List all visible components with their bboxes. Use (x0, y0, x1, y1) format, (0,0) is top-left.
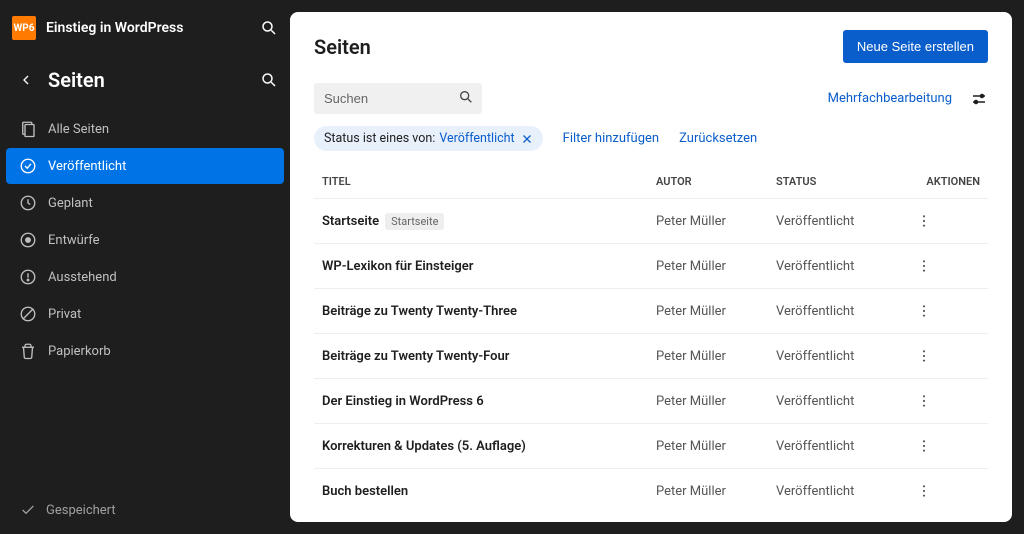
cell-title: Korrekturen & Updates (5. Auflage) (314, 424, 648, 469)
table-row[interactable]: WP-Lexikon für EinsteigerPeter MüllerVer… (314, 244, 988, 289)
sidebar-nav: Alle Seiten Veröffentlicht Geplant Entwürfe… (0, 110, 290, 370)
cell-author: Peter Müller (648, 334, 768, 379)
cell-status: Veröffentlicht (768, 289, 908, 334)
table-row[interactable]: Der Einstieg in WordPress 6Peter MüllerV… (314, 379, 988, 424)
section-search-button[interactable] (260, 71, 278, 89)
more-vertical-icon (916, 483, 932, 499)
chevron-left-icon (18, 72, 34, 88)
row-actions-button[interactable] (908, 199, 988, 244)
sidebar-item-drafts[interactable]: Entwürfe (6, 222, 284, 258)
sidebar-item-label: Privat (48, 307, 81, 322)
cell-author: Peter Müller (648, 289, 768, 334)
cell-author: Peter Müller (648, 244, 768, 289)
sidebar-item-label: Papierkorb (48, 344, 111, 359)
cell-title: Buch bestellen (314, 469, 648, 514)
sidebar-item-scheduled[interactable]: Geplant (6, 185, 284, 221)
search-icon (260, 19, 278, 37)
pending-icon (18, 268, 38, 286)
filter-chip-remove[interactable] (521, 133, 533, 145)
row-actions-button[interactable] (908, 244, 988, 289)
pages-icon (18, 120, 38, 138)
row-actions-button[interactable] (908, 289, 988, 334)
table-row[interactable]: Korrekturen & Updates (5. Auflage)Peter … (314, 424, 988, 469)
cell-status: Veröffentlicht (768, 379, 908, 424)
cell-title: WP-Lexikon für Einsteiger (314, 244, 648, 289)
private-icon (18, 305, 38, 323)
cell-author: Peter Müller (648, 424, 768, 469)
cell-author: Peter Müller (648, 379, 768, 424)
table-row[interactable]: StartseiteStartseitePeter MüllerVeröffen… (314, 199, 988, 244)
filter-chip-value: Veröffentlicht (439, 131, 514, 146)
sidebar-item-label: Geplant (48, 196, 93, 211)
filter-chip-status[interactable]: Status ist eines von: Veröffentlicht (314, 126, 543, 151)
page-title: Seiten (314, 35, 843, 59)
sidebar-item-pending[interactable]: Ausstehend (6, 259, 284, 295)
sidebar-item-label: Entwürfe (48, 233, 100, 248)
saved-label: Gespeichert (46, 503, 116, 518)
cell-author: Peter Müller (648, 469, 768, 514)
view-options-button[interactable] (970, 90, 988, 108)
sidebar-item-label: Veröffentlicht (48, 159, 126, 174)
bulk-edit-link[interactable]: Mehrfachbearbeitung (828, 91, 952, 106)
sidebar-item-label: Ausstehend (48, 270, 117, 285)
more-vertical-icon (916, 303, 932, 319)
table-row[interactable]: Beiträge zu Twenty Twenty-FourPeter Müll… (314, 334, 988, 379)
table-row[interactable]: Beiträge zu Twenty Twenty-ThreePeter Mül… (314, 289, 988, 334)
col-status[interactable]: STATUS (768, 165, 908, 199)
sidebar-item-trash[interactable]: Papierkorb (6, 333, 284, 369)
cell-title: Der Einstieg in WordPress 6 (314, 379, 648, 424)
filter-chip-label: Status ist eines von: (324, 131, 435, 146)
section-title: Seiten (48, 68, 260, 92)
main-panel: Seiten Neue Seite erstellen Mehrfachbear… (290, 12, 1012, 522)
sidebar: WP6 Einstieg in WordPress Seiten Alle Se… (0, 0, 290, 534)
sliders-icon (970, 90, 988, 108)
cell-status: Veröffentlicht (768, 469, 908, 514)
row-actions-button[interactable] (908, 469, 988, 514)
more-vertical-icon (916, 258, 932, 274)
trash-icon (18, 342, 38, 360)
sidebar-item-pages[interactable]: Alle Seiten (6, 111, 284, 147)
reset-filters-link[interactable]: Zurücksetzen (679, 131, 757, 146)
site-logo[interactable]: WP6 (12, 16, 36, 40)
front-page-badge: Startseite (385, 213, 444, 230)
global-search-button[interactable] (260, 19, 278, 37)
drafts-icon (18, 231, 38, 249)
more-vertical-icon (916, 393, 932, 409)
back-button[interactable] (18, 72, 34, 88)
cell-status: Veröffentlicht (768, 424, 908, 469)
row-actions-button[interactable] (908, 334, 988, 379)
site-title: Einstieg in WordPress (46, 20, 260, 36)
sidebar-item-private[interactable]: Privat (6, 296, 284, 332)
check-icon (20, 502, 36, 518)
sidebar-item-label: Alle Seiten (48, 122, 109, 137)
published-icon (18, 157, 38, 175)
scheduled-icon (18, 194, 38, 212)
add-filter-link[interactable]: Filter hinzufügen (563, 131, 659, 146)
search-input[interactable] (314, 83, 482, 114)
col-actions: AKTIONEN (908, 165, 988, 199)
search-icon (260, 71, 278, 89)
more-vertical-icon (916, 213, 932, 229)
more-vertical-icon (916, 438, 932, 454)
more-vertical-icon (916, 348, 932, 364)
cell-title: Beiträge zu Twenty Twenty-Four (314, 334, 648, 379)
cell-author: Peter Müller (648, 199, 768, 244)
close-icon (521, 133, 533, 145)
search-icon (458, 89, 474, 105)
table-row[interactable]: Buch bestellenPeter MüllerVeröffentlicht (314, 469, 988, 514)
col-title[interactable]: TITEL (314, 165, 648, 199)
row-actions-button[interactable] (908, 379, 988, 424)
saved-status: Gespeichert (0, 486, 290, 534)
cell-title: StartseiteStartseite (314, 199, 648, 244)
pages-table: TITEL AUTOR STATUS AKTIONEN StartseiteSt… (314, 165, 988, 513)
pages-table-body: StartseiteStartseitePeter MüllerVeröffen… (314, 199, 988, 514)
cell-status: Veröffentlicht (768, 334, 908, 379)
col-author[interactable]: AUTOR (648, 165, 768, 199)
cell-status: Veröffentlicht (768, 199, 908, 244)
cell-title: Beiträge zu Twenty Twenty-Three (314, 289, 648, 334)
new-page-button[interactable]: Neue Seite erstellen (843, 30, 988, 63)
cell-status: Veröffentlicht (768, 244, 908, 289)
sidebar-item-published[interactable]: Veröffentlicht (6, 148, 284, 184)
row-actions-button[interactable] (908, 424, 988, 469)
